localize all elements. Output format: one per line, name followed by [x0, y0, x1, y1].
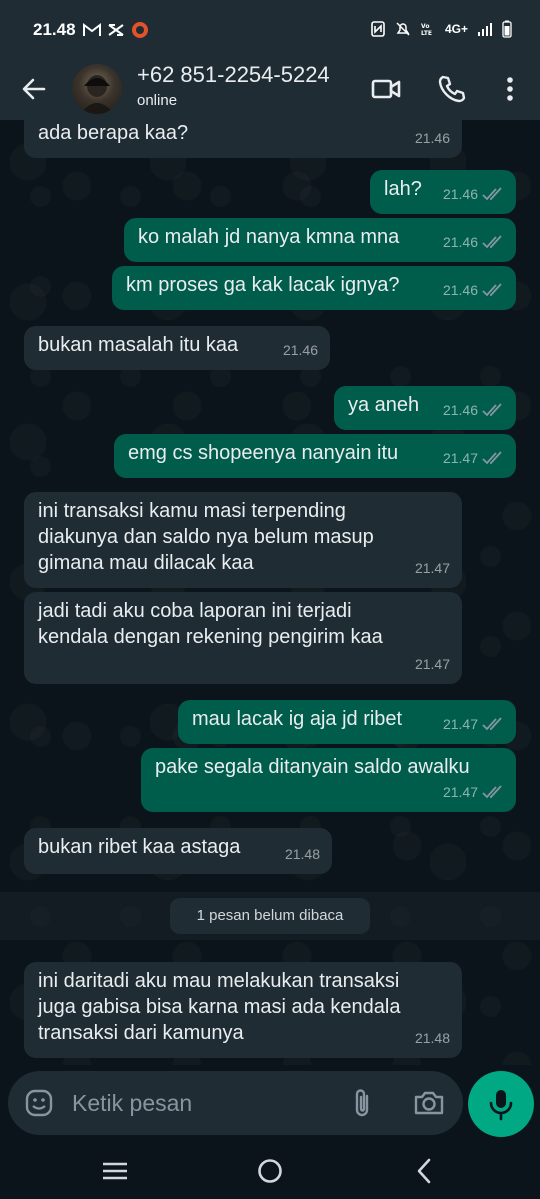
message-bubble-outgoing[interactable]: ya aneh 21.46	[334, 386, 516, 430]
volte-icon: VoLTE	[421, 23, 432, 37]
video-call-icon[interactable]	[370, 73, 402, 105]
read-receipt-icon	[482, 403, 502, 417]
read-receipt-icon	[482, 187, 502, 201]
chat-header: +62 851-2254-5224 online	[0, 58, 540, 120]
message-bubble-outgoing[interactable]: km proses ga kak lacak ignya? 21.46	[112, 266, 516, 310]
message-time: 21.46	[282, 342, 318, 358]
message-bubble-outgoing[interactable]: ko malah jd nanya kmna mna 21.46	[124, 218, 516, 262]
message-bubble-incoming[interactable]: ini transaksi kamu masi terpending diaku…	[24, 492, 462, 588]
back-nav-icon[interactable]	[410, 1156, 440, 1186]
message-bubble-outgoing[interactable]: emg cs shopeenya nanyain itu 21.47	[114, 434, 516, 478]
svg-text:LTE: LTE	[421, 30, 432, 37]
contact-avatar[interactable]	[72, 64, 122, 114]
status-time: 21.48	[33, 20, 76, 39]
message-text: ini daritadi aku mau melakukan transaksi…	[38, 970, 401, 1044]
contact-name[interactable]: +62 851-2254-5224	[137, 62, 330, 88]
mute-icon	[396, 22, 410, 36]
avatar-photo	[80, 75, 114, 114]
recent-apps-icon[interactable]	[100, 1156, 130, 1186]
signal-icon	[478, 23, 492, 36]
message-time: 21.46	[442, 186, 478, 202]
message-text: jadi tadi aku coba laporan ini terjadi k…	[38, 600, 383, 648]
message-text: ada berapa kaa?	[38, 122, 189, 144]
message-bubble-incoming[interactable]: jadi tadi aku coba laporan ini terjadi k…	[24, 592, 462, 684]
message-time: 21.48	[284, 846, 320, 862]
message-time: 21.47	[414, 656, 450, 672]
svg-text:Vo: Vo	[421, 23, 429, 30]
read-receipt-icon	[482, 283, 502, 297]
message-time: 21.46	[414, 130, 450, 146]
app-notification-icon	[132, 22, 148, 38]
battery-icon	[502, 20, 512, 38]
read-receipt-icon	[482, 717, 502, 731]
message-placeholder: Ketik pesan	[72, 1090, 193, 1116]
message-bubble-outgoing[interactable]: mau lacak ig aja jd ribet 21.47	[178, 700, 516, 744]
message-text: ini transaksi kamu masi terpending diaku…	[38, 500, 374, 574]
message-time: 21.46	[442, 282, 478, 298]
read-receipt-icon	[482, 451, 502, 465]
read-receipt-icon	[482, 235, 502, 249]
message-bubble-outgoing[interactable]: pake segala ditanyain saldo awalku 21.47	[141, 748, 516, 812]
system-navigation-bar	[0, 1141, 540, 1199]
contact-status: online	[137, 92, 178, 109]
camera-icon[interactable]	[412, 1087, 446, 1119]
message-bubble-outgoing[interactable]: lah? 21.46	[370, 170, 516, 214]
message-time: 21.46	[442, 402, 478, 418]
message-text: bukan masalah itu kaa	[38, 334, 239, 356]
message-text: bukan ribet kaa astaga	[38, 836, 241, 858]
voice-call-icon[interactable]	[436, 73, 468, 105]
network-type: 4G+	[444, 22, 468, 36]
microphone-icon	[489, 1090, 513, 1121]
message-bubble-incoming[interactable]: ini daritadi aku mau melakukan transaksi…	[24, 962, 462, 1058]
gmail-icon	[83, 23, 101, 36]
message-bubble-incoming[interactable]: ada berapa kaa? 21.46	[24, 120, 462, 158]
message-time: 21.48	[414, 1030, 450, 1046]
chat-area[interactable]: ada berapa kaa? 21.46 lah? 21.46 ko mala…	[0, 120, 540, 1065]
home-icon[interactable]	[255, 1156, 285, 1186]
message-bubble-incoming[interactable]: bukan ribet kaa astaga 21.48	[24, 828, 332, 874]
status-bar: 21.48 Vo LTE 4G+	[0, 0, 540, 58]
emoji-sticker-icon[interactable]	[24, 1088, 54, 1118]
nfc-icon	[371, 21, 385, 37]
message-bubble-incoming[interactable]: bukan masalah itu kaa 21.46	[24, 326, 330, 370]
message-time: 21.47	[414, 560, 450, 576]
back-arrow-icon[interactable]	[20, 75, 48, 103]
message-time: 21.47	[442, 450, 478, 466]
voice-message-button[interactable]	[468, 1071, 534, 1137]
read-receipt-icon	[482, 785, 502, 799]
message-time: 21.47	[442, 784, 478, 800]
message-input[interactable]: Ketik pesan	[8, 1071, 463, 1135]
attach-icon[interactable]	[348, 1087, 378, 1119]
more-options-icon[interactable]	[494, 73, 526, 105]
composer-bar: Ketik pesan	[0, 1065, 540, 1141]
capcut-icon	[108, 24, 124, 36]
message-text: pake segala ditanyain saldo awalku	[155, 756, 470, 778]
message-time: 21.46	[442, 234, 478, 250]
unread-messages-label: 1 pesan belum dibaca	[170, 898, 370, 934]
message-time: 21.47	[442, 716, 478, 732]
